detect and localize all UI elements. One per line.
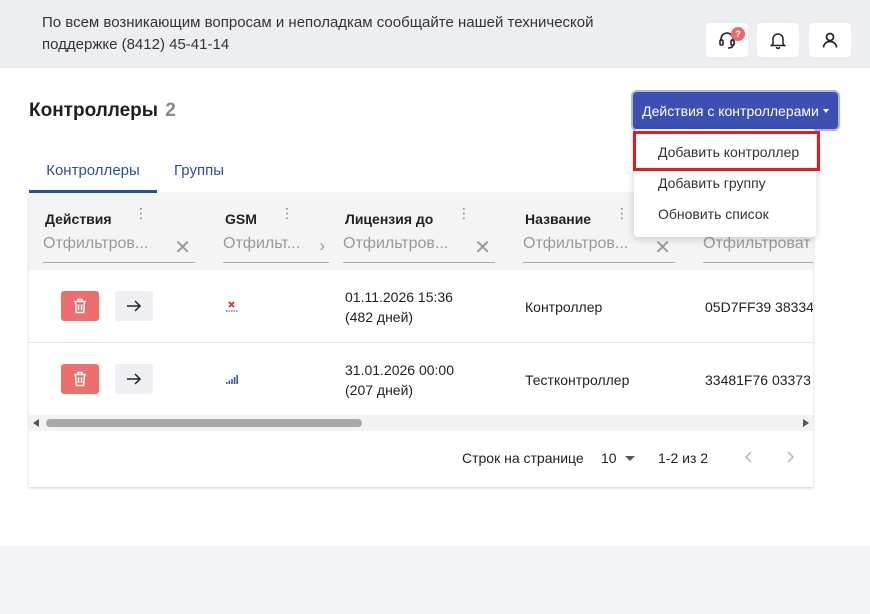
bell-icon [769,33,787,50]
delete-button[interactable] [61,291,99,321]
support-badge: ? [731,27,745,41]
column-menu-icon[interactable]: ⋮ [280,206,294,220]
controllers-count: 2 [165,100,176,121]
menu-item-add-group[interactable]: Добавить группу [658,175,766,191]
page-title: Контроллеры 2 [29,100,176,122]
support-message: По всем возникающим вопросам и неполадка… [42,14,594,53]
table-row: 01.11.2026 15:36 (482 дней) Контроллер 0… [29,270,813,343]
clear-icon[interactable]: ✕ [474,235,491,260]
menu-item-refresh-list[interactable]: Обновить список [658,206,769,222]
scroll-right-icon[interactable] [803,419,809,427]
caret-down-icon[interactable] [625,456,635,461]
filter-serial[interactable]: Отфильтроват [703,235,813,263]
tab-controllers[interactable]: Контроллеры [29,156,157,193]
scroll-left-icon[interactable] [33,419,39,427]
filter-gsm[interactable]: Отфильт... › [223,235,329,263]
no-signal-icon [226,301,238,312]
license-date: 31.01.2026 00:00 [345,362,454,378]
previous-page-button[interactable] [737,445,761,469]
column-header-license[interactable]: Лицензия до [345,211,433,227]
trash-icon [74,371,86,387]
controller-actions-label: Действия с контроллерами [642,102,819,119]
controllers-table: Действия ⋮ Отфильтров... ✕ GSM ⋮ Отфильт… [29,193,813,487]
controller-name: Контроллер [525,299,603,315]
rows-per-page-select[interactable]: 10 [601,450,617,466]
controller-actions-button[interactable]: Действия с контроллерами [633,92,838,129]
license-date: 01.11.2026 15:36 [345,289,453,305]
chevron-right-icon[interactable]: › [319,236,325,256]
scrollbar-thumb[interactable] [46,419,362,427]
arrow-right-icon [127,373,142,385]
filter-actions-placeholder: Отфильтров... [43,235,149,252]
controller-serial: 05D7FF39 38334 [705,299,813,315]
filter-serial-placeholder: Отфильтроват [703,235,811,252]
profile-button[interactable] [809,23,851,57]
caret-down-icon [822,108,829,113]
license-days: (207 дней) [345,382,414,398]
filter-name[interactable]: Отфильтров... ✕ [523,235,675,263]
chevron-left-icon [744,451,752,463]
table-row: 31.01.2026 00:00 (207 дней) Тестконтролл… [29,343,813,416]
column-header-actions[interactable]: Действия [45,211,112,227]
filter-actions[interactable]: Отфильтров... ✕ [43,235,195,263]
notifications-button[interactable] [757,23,799,57]
horizontal-scrollbar[interactable] [29,415,813,431]
pagination-range: 1-2 из 2 [658,450,709,466]
trash-icon [74,298,86,314]
column-header-name[interactable]: Название [525,211,591,227]
signal-bars-icon [226,375,238,384]
clear-icon[interactable]: ✕ [654,235,671,260]
rows-per-page-label: Строк на странице [462,450,584,466]
open-controller-button[interactable] [115,291,153,321]
arrow-right-icon [127,300,142,312]
controller-serial: 33481F76 03373 [705,372,811,388]
chevron-right-icon [787,451,795,463]
next-page-button[interactable] [778,445,802,469]
actions-dropdown-menu: Добавить контроллер Добавить группу Обно… [634,129,816,237]
tab-groups[interactable]: Группы [169,156,229,193]
top-bar: По всем возникающим вопросам и неполадка… [0,0,870,68]
column-menu-icon[interactable]: ⋮ [615,206,629,220]
delete-button[interactable] [61,364,99,394]
filter-license[interactable]: Отфильтров... ✕ [343,235,495,263]
filter-name-placeholder: Отфильтров... [523,235,629,252]
filter-license-placeholder: Отфильтров... [343,235,449,252]
column-menu-icon[interactable]: ⋮ [457,206,471,220]
license-days: (482 дней) [345,309,414,325]
column-header-gsm[interactable]: GSM [225,211,257,227]
clear-icon[interactable]: ✕ [174,235,191,260]
filter-gsm-placeholder: Отфильт... [223,235,301,252]
user-icon [822,32,838,48]
open-controller-button[interactable] [115,364,153,394]
column-menu-icon[interactable]: ⋮ [134,206,148,220]
controller-name: Тестконтроллер [525,372,630,388]
pagination: Строк на странице 10 1-2 из 2 [29,431,813,487]
page-title-text: Контроллеры [29,100,159,121]
menu-item-add-controller[interactable]: Добавить контроллер [658,144,799,160]
